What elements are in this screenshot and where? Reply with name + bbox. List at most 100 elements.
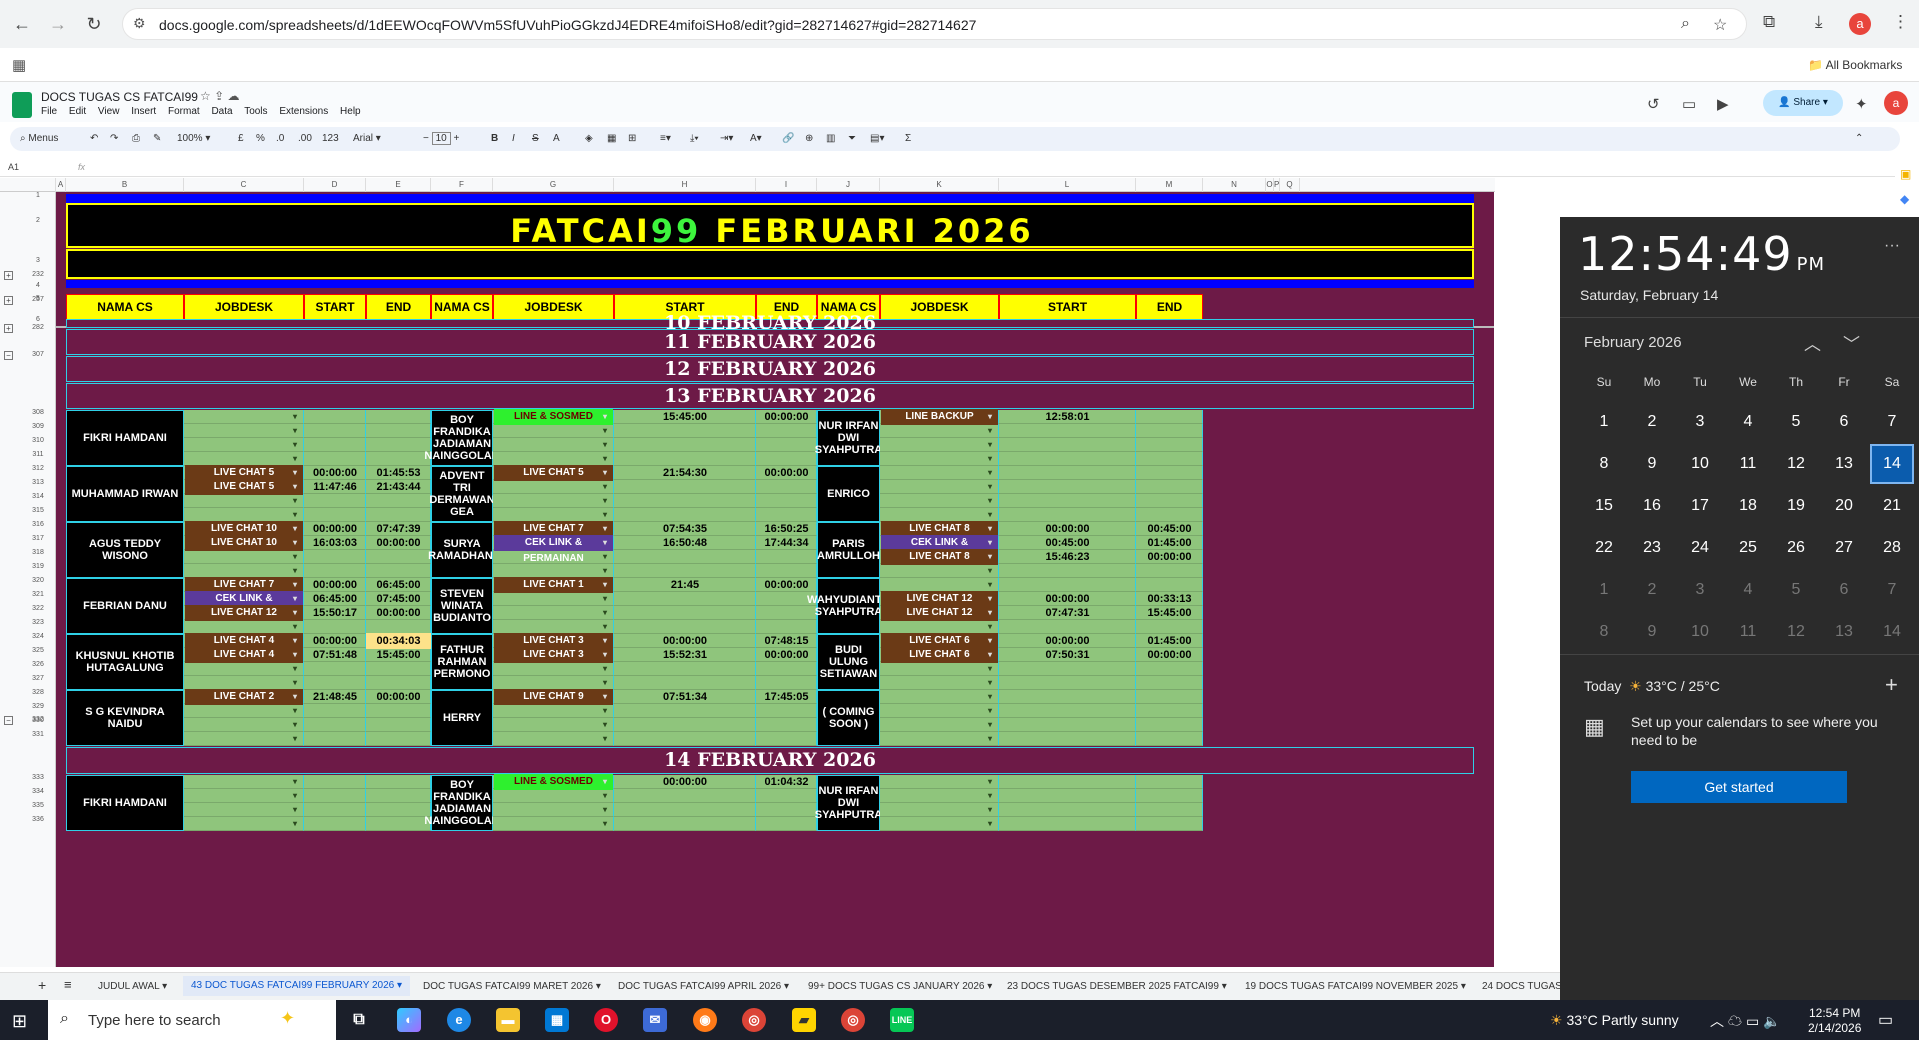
calendar-day[interactable]: 3 — [1676, 402, 1724, 442]
calendar-day[interactable]: 5 — [1772, 570, 1820, 610]
row-header-307[interactable]: 307 — [20, 351, 56, 358]
end-time-cell[interactable] — [366, 816, 431, 832]
header-cell[interactable]: NAMA CS — [431, 294, 493, 321]
menu-file[interactable]: File — [41, 106, 57, 117]
menu-help[interactable]: Help — [340, 106, 361, 117]
calendar-day[interactable]: 10 — [1676, 612, 1724, 652]
menu-edit[interactable]: Edit — [69, 106, 86, 117]
forward-icon[interactable]: → — [46, 12, 70, 36]
header-cell[interactable]: START — [304, 294, 366, 321]
row-header-309[interactable]: 309 — [20, 423, 56, 430]
paint-format-icon[interactable]: ✎ — [153, 133, 161, 144]
gemini-icon[interactable]: ✦ — [1855, 95, 1868, 113]
header-cell[interactable]: START — [999, 294, 1136, 321]
number-format-button[interactable]: 123 — [322, 133, 339, 144]
start-time-cell[interactable] — [614, 731, 756, 747]
cs-name-cell[interactable]: FATHUR RAHMAN PERMONO — [431, 634, 493, 690]
row-header-316[interactable]: 316 — [20, 521, 56, 528]
print-icon[interactable]: ⎙ — [132, 133, 140, 144]
cs-name-cell[interactable]: SURYA RAMADHANI — [428, 522, 496, 578]
tab-docs-tugas[interactable]: 24 DOCS TUGAS — [1482, 981, 1562, 992]
row-header-325[interactable]: 325 — [20, 647, 56, 654]
row-header-311[interactable]: 311 — [20, 451, 56, 458]
calendar-day[interactable]: 5 — [1772, 402, 1820, 442]
dropdown-arrow-icon[interactable]: ▾ — [988, 816, 992, 832]
group-toggle-icon[interactable]: + — [4, 296, 13, 305]
calendar-day[interactable]: 26 — [1772, 528, 1820, 568]
row-header-336[interactable]: 336 — [20, 816, 56, 823]
cs-name-cell[interactable]: FIKRI HAMDANI — [66, 410, 184, 466]
row-header-327[interactable]: 327 — [20, 675, 56, 682]
column-header-l[interactable]: L — [999, 178, 1136, 192]
taskbar-clock[interactable]: 12:54 PM 2/14/2026 — [1808, 1006, 1861, 1036]
calendar-day[interactable]: 18 — [1724, 486, 1772, 526]
tab-judul-awal[interactable]: JUDUL AWAL ▾ — [98, 981, 167, 992]
cs-name-cell[interactable]: NUR IRFAN DWI SYAHPUTRA — [815, 775, 882, 831]
firefox-icon[interactable]: ◉ — [693, 1008, 717, 1032]
cloud-icon[interactable]: ☁ — [1728, 1013, 1746, 1029]
row-header-335[interactable]: 335 — [20, 802, 56, 809]
calendar-day[interactable]: 6 — [1820, 402, 1868, 442]
taskbar-weather[interactable]: ☀ 33°C Partly sunny — [1550, 1012, 1679, 1029]
menu-insert[interactable]: Insert — [131, 106, 156, 117]
date-row[interactable]: 13 FEBRUARY 2026 — [66, 383, 1474, 409]
calendar-day[interactable]: 8 — [1580, 612, 1628, 652]
row-header-314[interactable]: 314 — [20, 493, 56, 500]
line-app-icon[interactable]: LINE — [890, 1008, 914, 1032]
header-cell[interactable]: END — [1136, 294, 1203, 321]
date-row[interactable]: 11 FEBRUARY 2026 — [66, 329, 1474, 355]
column-header-d[interactable]: D — [304, 178, 366, 192]
tab-january-2026[interactable]: 99+ DOCS TUGAS CS JANUARY 2026 ▾ — [808, 981, 992, 992]
calendar-day[interactable]: 2 — [1628, 402, 1676, 442]
filter-icon[interactable]: ⏷ — [848, 133, 856, 144]
add-event-icon[interactable]: + — [1885, 672, 1898, 698]
column-header-b[interactable]: B — [66, 178, 184, 192]
all-sheets-icon[interactable]: ≡ — [64, 977, 72, 992]
share-button[interactable]: 👤 Share ▾ — [1763, 90, 1843, 116]
jobdesk-dropdown[interactable]: ▾ — [881, 731, 998, 747]
windows-start-icon[interactable]: ⊞ — [12, 1011, 27, 1032]
tab-maret-2026[interactable]: DOC TUGAS FATCAI99 MARET 2026 ▾ — [423, 981, 601, 992]
file-explorer-icon[interactable]: ▬ — [496, 1008, 520, 1032]
end-time-cell[interactable] — [756, 731, 817, 747]
wrap-icon[interactable]: ⇥▾ — [720, 133, 733, 144]
clock-date[interactable]: Saturday, February 14 — [1580, 287, 1718, 303]
currency-button[interactable]: £ — [238, 133, 244, 144]
calendar-day[interactable]: 27 — [1820, 528, 1868, 568]
row-header-328[interactable]: 328 — [20, 689, 56, 696]
decrease-decimal-button[interactable]: .0 — [276, 133, 284, 144]
menu-tools[interactable]: Tools — [244, 106, 267, 117]
header-cell[interactable]: JOBDESK — [184, 294, 304, 321]
percent-button[interactable]: % — [256, 133, 265, 144]
functions-icon[interactable]: Σ — [905, 133, 911, 144]
calendar-day[interactable]: 11 — [1724, 612, 1772, 652]
rotate-icon[interactable]: A▾ — [750, 133, 762, 144]
row-header-320[interactable]: 320 — [20, 577, 56, 584]
calendar-day[interactable]: 19 — [1772, 486, 1820, 526]
row-header-232[interactable]: 232 — [20, 271, 56, 278]
cs-name-cell[interactable]: BOY FRANDIKA JADIAMAN NAINGGOLAN — [424, 410, 500, 466]
bold-icon[interactable]: B — [491, 133, 498, 144]
row-header-322[interactable]: 322 — [20, 605, 56, 612]
calendar-day[interactable]: 14 — [1868, 612, 1916, 652]
row-header-6[interactable]: 6 — [20, 316, 56, 323]
group-toggle-icon[interactable]: − — [4, 716, 13, 725]
add-sheet-icon[interactable]: + — [38, 977, 46, 993]
borders-icon[interactable]: ▦ — [607, 133, 616, 144]
column-header-c[interactable]: C — [184, 178, 304, 192]
row-header-315[interactable]: 315 — [20, 507, 56, 514]
column-header-o[interactable]: O — [1266, 178, 1274, 192]
start-time-cell[interactable] — [304, 816, 366, 832]
select-all-corner[interactable] — [0, 178, 56, 192]
outlook-icon[interactable]: ✉ — [643, 1008, 667, 1032]
date-row[interactable]: 14 FEBRUARY 2026 — [66, 747, 1474, 774]
download-icon[interactable]: ⤓ — [1815, 12, 1823, 32]
tab-november-2025[interactable]: 19 DOCS TUGAS FATCAI99 NOVEMBER 2025 ▾ — [1245, 981, 1466, 992]
cs-name-cell[interactable]: FEBRIAN DANU — [66, 578, 184, 634]
back-icon[interactable]: ← — [10, 12, 34, 36]
column-header-i[interactable]: I — [756, 178, 817, 192]
apps-grid-icon[interactable]: ▦ — [12, 56, 26, 74]
calendar-day[interactable]: 7 — [1868, 570, 1916, 610]
undo-icon[interactable]: ↶ — [90, 133, 98, 144]
start-time-cell[interactable] — [999, 731, 1136, 747]
